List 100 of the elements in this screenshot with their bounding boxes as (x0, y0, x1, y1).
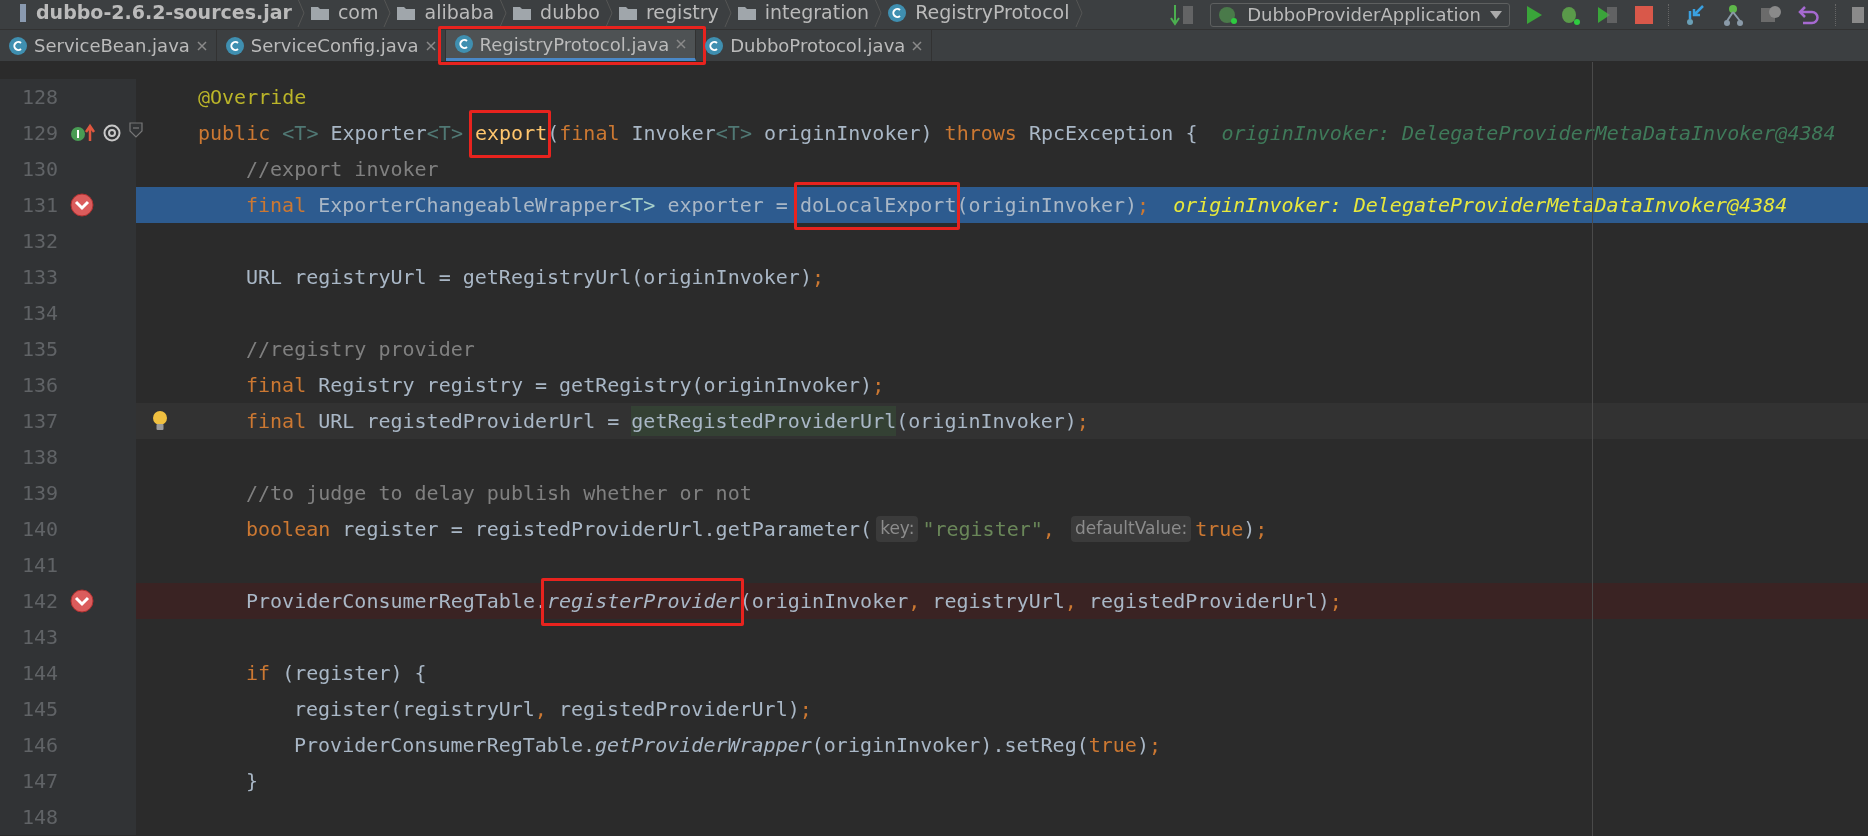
breadcrumb-item[interactable]: RegistryProtocol (915, 0, 1070, 27)
code-token: ( (547, 120, 560, 147)
class-icon (224, 35, 245, 56)
breadcrumb-item[interactable]: dubbo (540, 0, 600, 27)
folder-icon (309, 4, 330, 21)
breadcrumb-separator-icon (603, 0, 614, 27)
code-token: @Override (198, 84, 307, 111)
code-token: ProviderConsumerRegTable. (294, 732, 596, 759)
code-token: Registry registry = getRegistry(originInvoker) (318, 372, 873, 399)
code-token: registedProviderUrl) (558, 696, 800, 723)
code-token: (originInvoker (739, 588, 909, 615)
debug-value-hint: originInvoker: DelegateProviderMetaDataInvoker@4384 (1221, 120, 1836, 147)
tab-label: DubboProtocol.java (730, 34, 906, 58)
code-token: true (1195, 516, 1244, 543)
code-token: final (559, 120, 621, 147)
class-icon (8, 35, 28, 56)
folder-icon (617, 4, 638, 21)
code-token: true (1088, 732, 1137, 759)
code-token: //export invoker (246, 156, 439, 183)
close-icon[interactable] (424, 39, 437, 52)
breadcrumb-separator-icon (1073, 0, 1084, 27)
vcs-branch-icon[interactable] (1721, 2, 1745, 27)
editor-tab[interactable]: RegistryProtocol.java (445, 30, 697, 61)
code-token: //to judge to delay publish whether or not (246, 480, 752, 507)
code-token: "register" (922, 516, 1043, 543)
tab-label: ServiceBean.java (34, 34, 190, 58)
parameter-hint: key: (876, 516, 919, 542)
code-token: getProviderWrapper (595, 732, 812, 759)
parameter-hint: defaultValue: (1070, 516, 1192, 542)
code-token: ; (1148, 732, 1161, 759)
folder-icon (512, 4, 533, 21)
class-icon (887, 2, 908, 23)
code-token: registryUrl (932, 588, 1065, 615)
code-token: Invoker (631, 120, 716, 147)
editor-tab[interactable]: ServiceConfig.java (216, 30, 446, 61)
code-token: <T> (282, 120, 320, 147)
breadcrumb-separator-icon (295, 0, 306, 27)
code-token: <T> (426, 120, 464, 147)
code-token: ; (1076, 408, 1089, 435)
code-token: final (246, 408, 308, 435)
code-token: ; (1255, 516, 1268, 543)
class-icon (704, 35, 725, 56)
code-token: register(registryUrl (294, 696, 535, 723)
code-token: ExporterChangeableWrapper (318, 192, 620, 219)
class-icon (453, 34, 474, 54)
code-token: registerProvider (547, 589, 740, 613)
editor-tab[interactable]: ServiceBean.java (0, 30, 217, 61)
light-bulb-icon[interactable] (152, 410, 168, 432)
code-token: originInvoker) (762, 120, 934, 147)
close-icon[interactable] (675, 38, 688, 50)
breakpoint-icon[interactable] (70, 589, 94, 613)
code-token: RpcException { (1028, 120, 1198, 147)
run-configuration-dropdown[interactable]: DubboProviderApplication (1210, 2, 1510, 27)
breadcrumb-item[interactable]: alibaba (424, 0, 495, 27)
breadcrumb-item[interactable]: dubbo-2.6.2-sources.jar (36, 0, 292, 27)
code-token: doLocalExport (799, 193, 957, 217)
code-token: , (908, 588, 922, 615)
code-token: , (534, 696, 548, 723)
code-token: registedProviderUrl) (1088, 588, 1330, 615)
breadcrumb-item[interactable]: com (337, 0, 379, 27)
code-token: final (246, 192, 308, 219)
code-token: , (1064, 588, 1078, 615)
code-token: } (246, 768, 259, 795)
breadcrumb-item[interactable]: integration (764, 0, 870, 27)
code-token: ; (1329, 588, 1342, 615)
code-token: //registry provider (246, 336, 475, 363)
tab-label: RegistryProtocol.java (479, 32, 670, 57)
breakpoint-icon[interactable] (70, 193, 94, 217)
close-icon[interactable] (195, 39, 208, 52)
archive-icon (18, 2, 28, 23)
code-token: <T> (619, 192, 656, 219)
code-token: export (474, 121, 548, 145)
code-token: exporter = (666, 192, 789, 219)
breadcrumb-separator-icon (498, 0, 509, 27)
run-icon[interactable] (1524, 3, 1544, 26)
code-token: (originInvoker).setReg( (811, 732, 1089, 759)
code-token: ) (1136, 732, 1149, 759)
breadcrumb-separator-icon (873, 0, 884, 27)
folder-icon (396, 4, 417, 21)
code-token: ; (811, 264, 824, 291)
folder-icon (736, 4, 757, 21)
tab-label: ServiceConfig.java (250, 34, 419, 58)
code-token: register = registedProviderUrl.getParameter( (342, 516, 873, 543)
code-token: throws (944, 120, 1018, 147)
breadcrumb-separator-icon (722, 0, 733, 27)
code-token: final (246, 372, 308, 399)
code-token: (register) { (282, 660, 427, 687)
code-token: ProviderConsumerRegTable. (246, 588, 548, 615)
stop-icon[interactable] (1634, 4, 1654, 25)
breadcrumb-separator-icon (382, 0, 393, 27)
code-token: , (1042, 516, 1056, 543)
breadcrumb-item[interactable]: registry (645, 0, 719, 27)
code-token: Exporter (330, 120, 427, 147)
code-token: ; (799, 696, 812, 723)
editor-tab[interactable]: DubboProtocol.java (696, 30, 933, 61)
code-token: (originInvoker) (956, 192, 1138, 219)
code-token: URL registryUrl = getRegistryUrl(originInvoker) (246, 264, 812, 291)
code-token: public (198, 120, 272, 147)
code-token: ) (1243, 516, 1256, 543)
close-icon[interactable] (911, 39, 924, 52)
